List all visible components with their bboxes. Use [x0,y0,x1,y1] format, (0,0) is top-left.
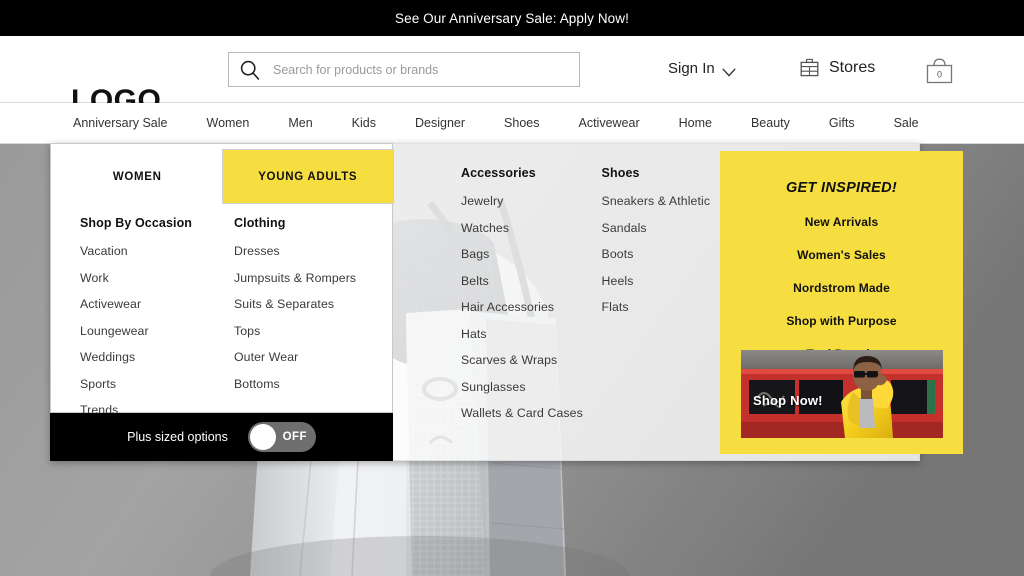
promo-banner[interactable]: See Our Anniversary Sale: Apply Now! [0,0,1024,36]
search-input[interactable] [271,61,579,78]
link-dresses[interactable]: Dresses [234,244,394,258]
link-new-arrivals[interactable]: New Arrivals [805,215,878,229]
link-outer-wear[interactable]: Outer Wear [234,350,394,364]
nav-item-activewear[interactable]: Activewear [567,116,650,130]
link-hair-accessories[interactable]: Hair Accessories [461,300,602,314]
mega-menu-right-columns: Accessories Jewelry Watches Bags Belts H… [461,166,761,433]
nav-item-home[interactable]: Home [668,116,723,130]
link-womens-sales[interactable]: Women's Sales [797,248,886,262]
mega-menu-tabs: WOMEN YOUNG ADULTS [52,150,393,203]
link-watches[interactable]: Watches [461,221,602,235]
link-loungewear[interactable]: Loungewear [80,324,234,338]
link-tops[interactable]: Tops [234,324,394,338]
get-inspired-panel: GET INSPIRED! New Arrivals Women's Sales… [720,151,963,454]
mega-menu-left-panel: WOMEN YOUNG ADULTS Shop By Occasion Vaca… [50,143,393,417]
category-nav: Anniversary Sale Women Men Kids Designer… [0,103,1024,144]
toggle-state-label: OFF [282,431,307,443]
link-scarves-wraps[interactable]: Scarves & Wraps [461,353,602,367]
nav-item-kids[interactable]: Kids [341,116,387,130]
link-hats[interactable]: Hats [461,327,602,341]
link-jewelry[interactable]: Jewelry [461,194,602,208]
tab-women-label: WOMEN [112,170,162,183]
stores-label: Stores [829,58,876,76]
mega-menu-right-panel: Accessories Jewelry Watches Bags Belts H… [393,143,963,461]
link-vacation[interactable]: Vacation [80,244,234,258]
bag-count: 0 [937,70,942,80]
nav-item-men[interactable]: Men [277,116,323,130]
promo-banner-text: See Our Anniversary Sale: Apply Now! [395,10,629,26]
mega-menu-left-columns: Shop By Occasion Vacation Work Activewea… [51,216,394,430]
link-activewear[interactable]: Activewear [80,297,234,311]
column-title-clothing: Clothing [234,216,286,230]
link-wallets-card-cases[interactable]: Wallets & Card Cases [461,406,602,420]
search-bar[interactable] [228,52,580,87]
nav-item-anniversary-sale[interactable]: Anniversary Sale [62,116,179,130]
link-belts[interactable]: Belts [461,274,602,288]
storefront-icon [800,58,819,77]
link-work[interactable]: Work [80,271,234,285]
plus-size-label: Plus sized options [127,430,228,444]
column-accessories: Accessories Jewelry Watches Bags Belts H… [461,166,602,433]
link-bottoms[interactable]: Bottoms [234,377,394,391]
sign-in-menu[interactable]: Sign In [668,60,736,77]
link-shop-with-purpose[interactable]: Shop with Purpose [786,314,896,328]
shop-now-promo-image[interactable]: Shop Now! [741,350,943,438]
mega-menu-dropdown: Accessories Jewelry Watches Bags Belts H… [50,143,963,461]
link-nordstrom-made[interactable]: Nordstrom Made [793,281,890,295]
link-bags[interactable]: Bags [461,247,602,261]
nav-item-beauty[interactable]: Beauty [740,116,801,130]
chevron-down-icon [722,64,736,77]
column-title-accessories: Accessories [461,166,536,180]
plus-size-toggle-bar: Plus sized options OFF [50,413,393,461]
nav-item-shoes[interactable]: Shoes [493,116,550,130]
nav-item-women[interactable]: Women [196,116,261,130]
column-clothing: Clothing Dresses Jumpsuits & Rompers Sui… [234,216,394,430]
tab-young-adults-label: YOUNG ADULTS [258,170,358,183]
column-title-shop-by-occasion: Shop By Occasion [80,216,193,230]
stores-link[interactable]: Stores [800,58,875,77]
site-header: LOGO Sign In Stores [0,36,1024,116]
shop-now-label: Shop Now! [753,393,823,408]
sign-in-label: Sign In [668,60,715,77]
plus-size-toggle[interactable]: OFF [247,422,316,452]
toggle-knob [249,424,276,450]
link-suits-separates[interactable]: Suits & Separates [234,297,394,311]
link-jumpsuits-rompers[interactable]: Jumpsuits & Rompers [234,271,394,285]
nav-item-designer[interactable]: Designer [404,116,476,130]
nav-item-gifts[interactable]: Gifts [818,116,866,130]
link-sunglasses[interactable]: Sunglasses [461,380,602,394]
get-inspired-title: GET INSPIRED! [785,180,898,196]
nav-item-sale[interactable]: Sale [883,116,930,130]
tab-young-adults[interactable]: YOUNG ADULTS [222,150,393,203]
link-weddings[interactable]: Weddings [80,350,234,364]
tab-women[interactable]: WOMEN [52,150,223,203]
link-sports[interactable]: Sports [80,377,234,391]
column-shop-by-occasion: Shop By Occasion Vacation Work Activewea… [51,216,234,430]
shopping-bag-button[interactable]: 0 [924,56,955,87]
search-icon [239,59,261,81]
